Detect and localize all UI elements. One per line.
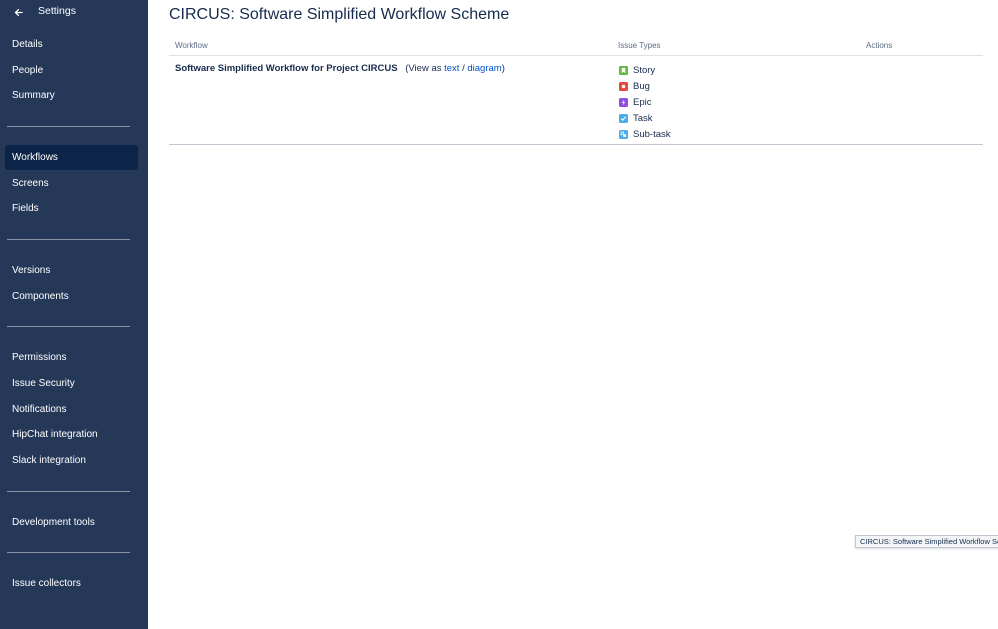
sidebar-item-screens[interactable]: Screens — [5, 171, 138, 196]
column-header-issue-types: Issue Types — [618, 41, 661, 50]
table-row: Software Simplified Workflow for Project… — [175, 63, 505, 74]
sidebar-item-workflows[interactable]: Workflows — [5, 145, 138, 170]
column-header-actions: Actions — [866, 41, 893, 50]
sidebar-item-permissions[interactable]: Permissions — [5, 345, 138, 370]
sidebar-item-notifications[interactable]: Notifications — [5, 397, 138, 422]
column-header-workflow: Workflow — [175, 41, 208, 50]
sidebar-item-slack-integration[interactable]: Slack integration — [5, 448, 138, 473]
sidebar: Settings Details People Summary Workflow… — [0, 0, 148, 629]
issue-type-bug: Bug — [619, 78, 671, 94]
story-icon — [619, 65, 628, 75]
sidebar-divider — [7, 126, 130, 127]
table-bottom-divider — [169, 144, 983, 145]
sidebar-header: Settings — [0, 0, 148, 24]
issue-type-label: Story — [633, 64, 656, 76]
task-icon — [619, 113, 628, 123]
issue-type-label: Bug — [633, 80, 650, 92]
issue-type-label: Task — [633, 112, 653, 124]
page-title: CIRCUS: Software Simplified Workflow Sch… — [169, 6, 510, 23]
sidebar-item-issue-security[interactable]: Issue Security — [5, 371, 138, 396]
sidebar-divider — [7, 326, 130, 327]
sidebar-item-people[interactable]: People — [5, 58, 138, 83]
view-as-diagram-link[interactable]: diagram — [467, 63, 501, 74]
sidebar-divider — [7, 552, 130, 553]
sidebar-item-summary[interactable]: Summary — [5, 83, 138, 108]
sidebar-item-details[interactable]: Details — [5, 32, 138, 57]
issue-type-sub-task: Sub-task — [619, 126, 671, 142]
sidebar-item-hipchat-integration[interactable]: HipChat integration — [5, 422, 138, 447]
sidebar-divider — [7, 491, 130, 492]
sidebar-divider — [7, 239, 130, 240]
sidebar-item-issue-collectors[interactable]: Issue collectors — [5, 571, 138, 596]
arrow-left-icon — [14, 8, 23, 16]
workflow-name: Software Simplified Workflow for Project… — [175, 63, 398, 74]
issue-type-story: Story — [619, 62, 671, 78]
sidebar-item-fields[interactable]: Fields — [5, 196, 138, 221]
view-as-prefix: (View as — [405, 63, 442, 74]
epic-icon — [619, 97, 628, 107]
sidebar-item-versions[interactable]: Versions — [5, 258, 138, 283]
sidebar-title: Settings — [38, 5, 76, 17]
tooltip: CIRCUS: Software Simplified Workflow Sch… — [855, 535, 998, 548]
issue-type-label: Epic — [633, 96, 652, 108]
issue-type-label: Sub-task — [633, 128, 671, 140]
sidebar-item-development-tools[interactable]: Development tools — [5, 510, 138, 535]
subtask-icon — [619, 129, 628, 139]
view-as-text-link[interactable]: text — [444, 63, 459, 74]
view-as-suffix: ) — [501, 63, 505, 74]
issue-type-list: Story Bug Epic Task Sub-task — [619, 62, 671, 142]
bug-icon — [619, 81, 628, 91]
issue-type-epic: Epic — [619, 94, 671, 110]
issue-type-task: Task — [619, 110, 671, 126]
view-as-separator: / — [462, 63, 465, 74]
sidebar-item-components[interactable]: Components — [5, 284, 138, 309]
table-header-divider — [169, 55, 983, 56]
back-button[interactable] — [10, 4, 26, 20]
